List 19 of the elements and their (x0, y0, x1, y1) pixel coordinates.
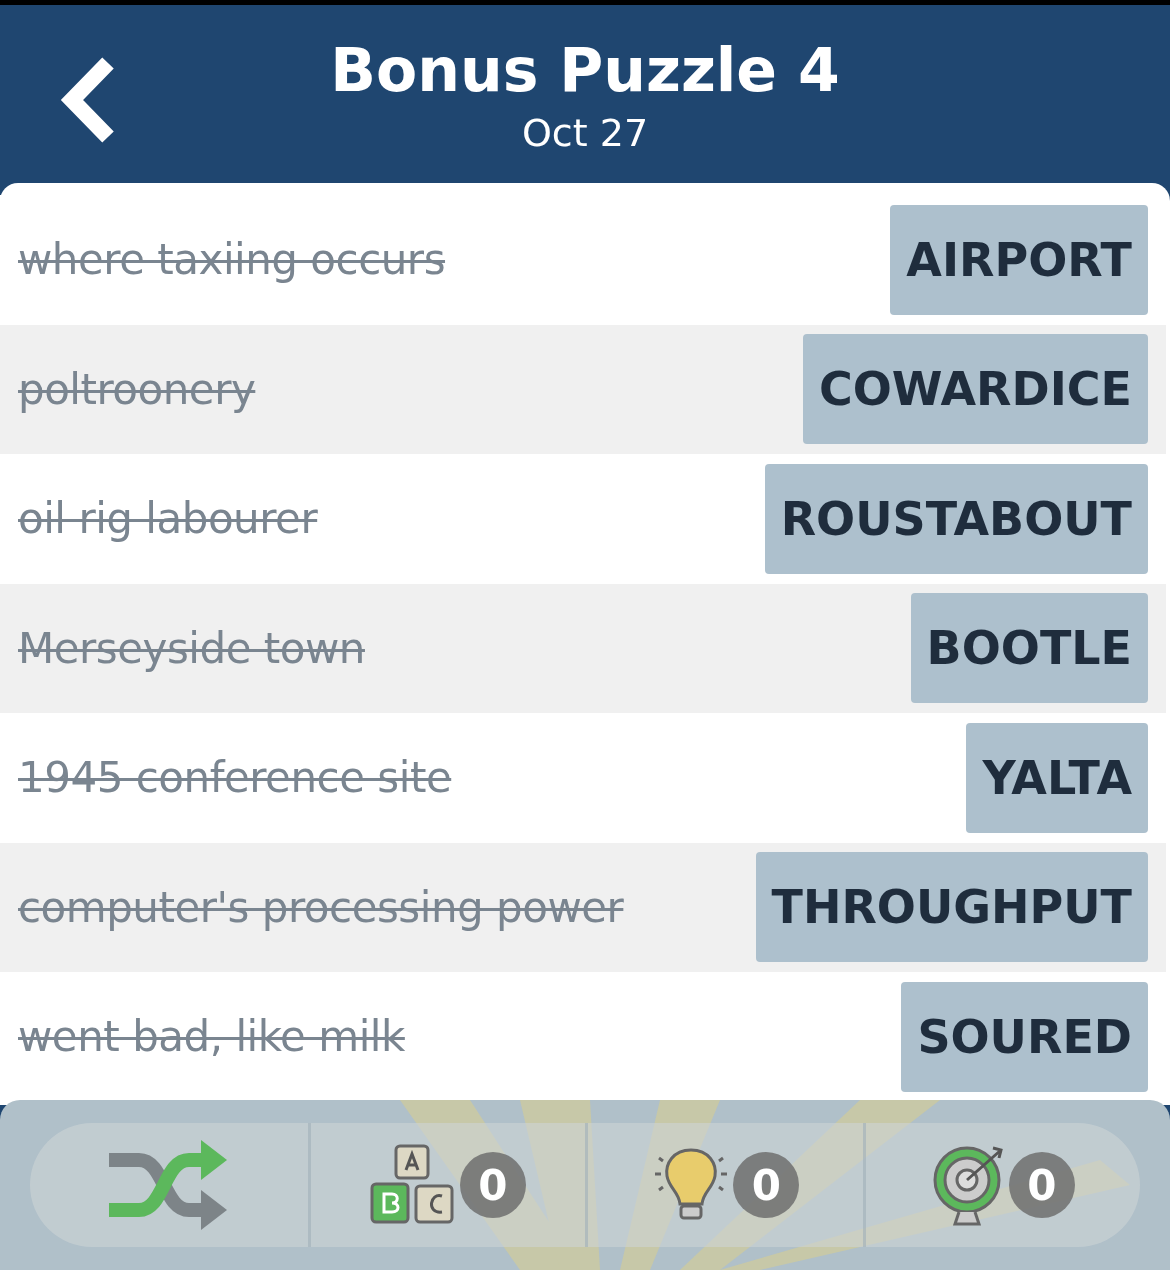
count-badge: 0 (1008, 1152, 1075, 1218)
clue-text: poltroonery (18, 364, 256, 414)
clue-text: Merseyside town (18, 623, 365, 673)
answer-tile[interactable]: YALTA (966, 722, 1148, 833)
count-badge: 0 (733, 1152, 800, 1218)
answer-tile[interactable]: SOURED (901, 981, 1148, 1092)
clue-text: computer's processing power (18, 882, 624, 932)
puzzle-title: Bonus Puzzle 4 (330, 37, 840, 103)
clue-text: went bad, like milk (18, 1012, 405, 1062)
clue-text: oil rig labourer (18, 494, 318, 544)
count-badge: 0 (459, 1152, 526, 1218)
answer-tile[interactable]: THROUGHPUT (755, 852, 1148, 963)
answer-tile[interactable]: ROUSTABOUT (764, 463, 1148, 574)
clue-text: 1945 conference site (18, 753, 452, 803)
answer-tile[interactable]: AIRPORT (890, 204, 1148, 315)
puzzle-date: Oct 27 (521, 111, 649, 155)
answer-tile[interactable]: COWARDICE (802, 334, 1148, 445)
answer-tile[interactable]: BOOTLE (910, 593, 1148, 704)
clue-text: where taxiing occurs (18, 235, 446, 285)
